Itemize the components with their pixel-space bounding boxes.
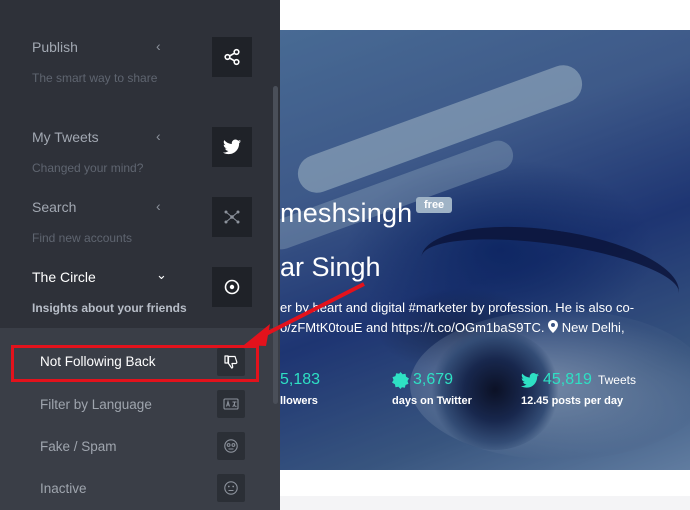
- tweets-unit: Tweets: [597, 373, 636, 387]
- nav-my-tweets-subtitle: Changed your mind?: [32, 161, 144, 175]
- submenu-filter-by-language[interactable]: Filter by Language: [40, 397, 152, 412]
- target-icon[interactable]: [212, 267, 252, 307]
- tweets-count: 45,819: [543, 371, 592, 388]
- chevron-down-icon[interactable]: ⌄: [156, 267, 167, 283]
- profile-fullname: ar Singh: [280, 252, 381, 282]
- profile-hero: meshsingh free ar Singh er by heart and …: [280, 30, 690, 470]
- profile-location: New Delhi,: [561, 320, 625, 335]
- badge-icon: [392, 371, 409, 389]
- stat-label: 12.45 posts per day: [521, 395, 624, 407]
- days-count: 3,679: [413, 371, 454, 388]
- chevron-left-icon[interactable]: ‹: [156, 38, 161, 54]
- profile-username: meshsingh: [280, 198, 413, 228]
- nav-my-tweets[interactable]: My Tweets: [32, 129, 99, 145]
- bottom-strip: [280, 470, 690, 496]
- stat-tweets: 45,819 Tweets 12.45 posts per day: [521, 371, 636, 407]
- sidebar-scrollbar[interactable]: [273, 86, 278, 404]
- stat-value: 5,183: [280, 371, 320, 389]
- stat-value: 45,819 Tweets: [521, 371, 636, 389]
- twitter-icon: [521, 372, 539, 388]
- nav-publish[interactable]: Publish: [32, 39, 78, 55]
- nav-search[interactable]: Search: [32, 199, 76, 215]
- profile-bio: er by heart and digital #marketer by pro…: [280, 298, 685, 338]
- nav-publish-subtitle: The smart way to share: [32, 71, 158, 85]
- submenu-inactive[interactable]: Inactive: [40, 481, 87, 496]
- followers-count: 5,183: [280, 371, 321, 388]
- nav-search-subtitle: Find new accounts: [32, 231, 133, 245]
- bio-text: o/zFMtK0touE and https://t.co/OGm1baS9TC…: [280, 320, 545, 335]
- nav-the-circle[interactable]: The Circle: [32, 269, 96, 285]
- neutral-face-icon[interactable]: [217, 474, 245, 502]
- twitter-icon[interactable]: [212, 127, 252, 167]
- stat-followers: 5,183 llowers: [280, 371, 320, 407]
- network-icon[interactable]: [212, 197, 252, 237]
- bio-line: er by heart and digital #marketer by pro…: [280, 300, 635, 315]
- plan-badge: free: [416, 197, 453, 213]
- top-strip: [280, 0, 690, 30]
- chevron-left-icon[interactable]: ‹: [156, 128, 161, 144]
- sidebar: Publish ‹ The smart way to share My Twee…: [0, 0, 280, 510]
- share-icon[interactable]: [212, 37, 252, 77]
- nav-the-circle-subtitle: Insights about your friends: [32, 301, 187, 315]
- stat-label: days on Twitter: [392, 395, 472, 407]
- stat-value: 3,679: [392, 371, 472, 389]
- chevron-left-icon[interactable]: ‹: [156, 198, 161, 214]
- stat-label: llowers: [280, 395, 318, 407]
- location-pin-icon: [548, 320, 559, 333]
- spam-face-icon[interactable]: [217, 432, 245, 460]
- language-icon[interactable]: [217, 390, 245, 418]
- stat-days: 3,679 days on Twitter: [392, 371, 472, 407]
- bio-line: o/zFMtK0touE and https://t.co/OGm1baS9TC…: [280, 318, 685, 338]
- submenu-fake-spam[interactable]: Fake / Spam: [40, 439, 117, 454]
- highlight-box: [11, 345, 259, 382]
